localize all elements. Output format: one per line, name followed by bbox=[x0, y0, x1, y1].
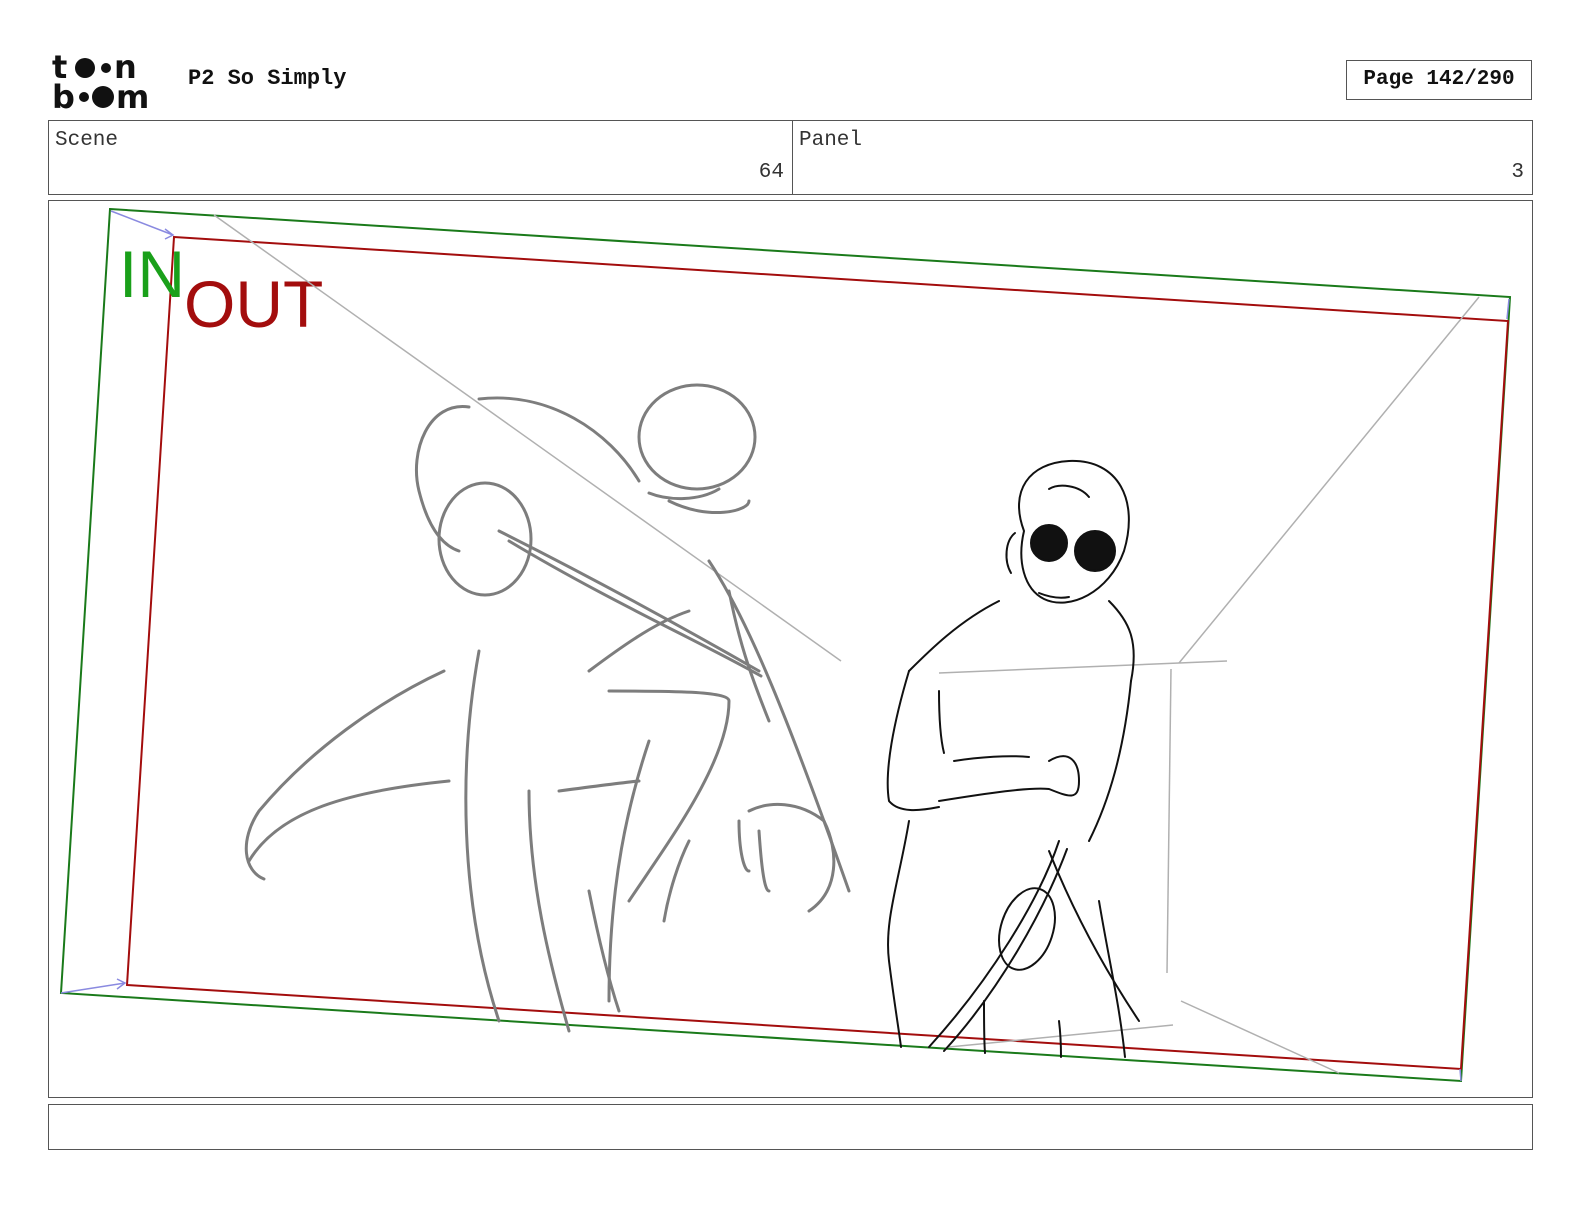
page-number: Page 142/290 bbox=[1346, 60, 1532, 100]
toonboom-logo: t n b m toon boom bbox=[52, 48, 164, 116]
scene-cell: Scene 64 bbox=[49, 121, 793, 194]
panel-cell: Panel 3 bbox=[793, 121, 1532, 194]
svg-text:m: m bbox=[116, 78, 149, 112]
svg-text:b: b bbox=[52, 78, 75, 112]
sketch-character-left bbox=[244, 383, 851, 1033]
scene-label: Scene bbox=[55, 129, 119, 152]
scene-number: 64 bbox=[758, 161, 784, 184]
scene-panel-info: Scene 64 Panel 3 bbox=[48, 120, 1533, 195]
sketch-character-right bbox=[886, 459, 1140, 1058]
perspective-lines bbox=[213, 214, 1480, 1074]
panel-label: Panel bbox=[799, 129, 863, 152]
camera-out-frame bbox=[125, 235, 1510, 1071]
panel-notes bbox=[48, 1104, 1533, 1150]
frame-corner-arrows bbox=[60, 210, 1510, 1082]
storyboard-sketch: IN OUT bbox=[59, 207, 1512, 1083]
panel-number: 3 bbox=[1511, 161, 1524, 184]
project-title: P2 So Simply bbox=[188, 66, 347, 91]
in-marker: IN bbox=[119, 237, 185, 311]
storyboard-panel-frame: IN OUT bbox=[48, 200, 1533, 1098]
